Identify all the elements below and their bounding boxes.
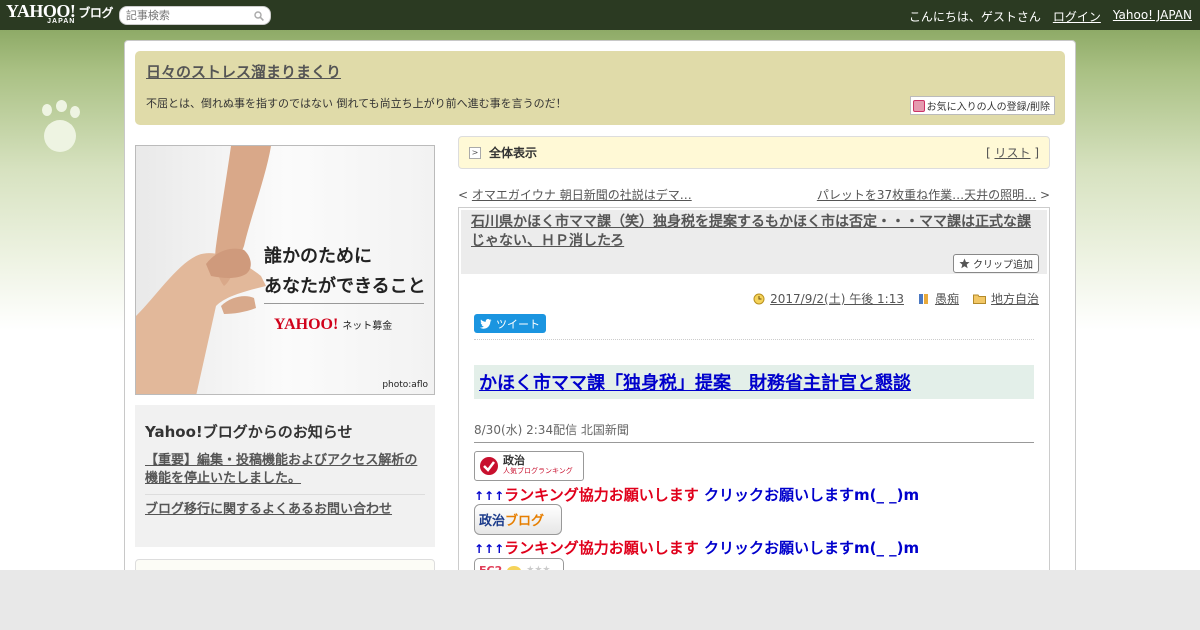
book-icon <box>918 293 928 304</box>
ranking-request-2: ↑↑↑ランキング協力お願いします クリックお願いしますm(_ _)m <box>474 537 919 558</box>
blog-logo-text: ブログ <box>78 6 113 20</box>
blog-container: 日々のストレス溜まりまくり 不屈とは、倒れぬ事を指すのではない 倒れても尚立ち上… <box>124 40 1076 589</box>
ranking-request-1: ↑↑↑ランキング協力お願いします クリックお願いしますm(_ _)m <box>474 484 919 505</box>
notice-link-faq[interactable]: ブログ移行に関するよくあるお問い合わせ <box>145 501 425 525</box>
source-divider <box>474 442 1034 443</box>
list-toggle: [ リスト ] <box>985 146 1039 160</box>
article-title-link[interactable]: 石川県かほく市ママ課（笑）独身税を提案するもかほく市は否定・・・ママ課は正式な課… <box>471 214 1031 249</box>
news-headline-link[interactable]: かほく市ママ課「独身税」提案 財務省主計官と懇談 <box>479 373 911 394</box>
tweet-button[interactable]: ツイート <box>474 314 546 333</box>
paw-decoration <box>36 100 86 160</box>
politics-ranking-banner[interactable]: 政治 人気ブログランキング <box>474 451 584 481</box>
greeting-text: こんにちは、ゲストさん <box>908 10 1041 24</box>
favorite-register-button[interactable]: お気に入りの人の登録/削除 <box>909 96 1055 115</box>
ranking-banner-main: 政治 <box>503 454 525 467</box>
article-header: 石川県かほく市ママ課（笑）独身税を提案するもかほく市は否定・・・ママ課は正式な課… <box>461 210 1047 274</box>
blog-description: 不屈とは、倒れぬ事を指すのではない 倒れても尚立ち上がり前へ進む事を言うのだ！ <box>146 97 567 110</box>
login-link[interactable]: ログイン <box>1053 8 1101 25</box>
yahoo-japan-link[interactable]: Yahoo! JAPAN <box>1113 8 1192 25</box>
notice-link-shutdown[interactable]: 【重要】編集・投稿機能およびアクセス解析の機能を停止いたしました。 <box>145 452 425 495</box>
ad-logo-text: YAHOO! <box>274 316 339 333</box>
article-date: 2017/9/2(土) 午後 1:13 <box>753 290 904 307</box>
chevron-right-icon: > <box>469 146 481 159</box>
article-category-link[interactable]: 地方自治 <box>991 290 1039 307</box>
favorite-register-label: お気に入りの人の登録/削除 <box>926 102 1050 113</box>
folder-icon <box>972 294 986 304</box>
ad-headline-1: 誰かのために <box>264 246 372 267</box>
blog-title-link[interactable]: 日々のストレス溜まりまくり <box>146 61 341 82</box>
heart-icon <box>912 99 925 112</box>
prev-article: < オマエガイウナ 朝日新聞の社説はデマ… <box>458 188 692 202</box>
ranking-request-red: ランキング協力お願いします <box>504 486 699 504</box>
politics-blog-banner-b: ブログ <box>505 514 545 529</box>
clip-add-button[interactable]: クリップ追加 <box>953 254 1039 273</box>
politics-blog-banner-a: 政治 <box>479 514 506 529</box>
handshake-image <box>136 146 271 394</box>
ranking-arrows: ↑↑↑ <box>474 542 505 556</box>
article-category: 地方自治 <box>972 290 1039 307</box>
article-meta: 2017/9/2(土) 午後 1:13 愚痴 地方自治 <box>753 290 1039 307</box>
article-author: 愚痴 <box>918 290 959 307</box>
twitter-bird-icon <box>480 318 492 329</box>
news-source: 8/30(水) 2:34配信 北国新聞 <box>474 423 629 437</box>
prev-article-link[interactable]: オマエガイウナ 朝日新聞の社説はデマ… <box>472 188 692 202</box>
search-input[interactable] <box>125 8 246 22</box>
ranking-logo-icon <box>480 457 498 475</box>
star-icon <box>959 258 970 269</box>
search-box <box>118 5 271 25</box>
ranking-request-blue: クリックお願いしますm(_ _)m <box>698 486 920 504</box>
ranking-request-red: ランキング協力お願いします <box>504 539 699 557</box>
article-author-link[interactable]: 愚痴 <box>935 290 959 307</box>
article-date-link[interactable]: 2017/9/2(土) 午後 1:13 <box>770 290 904 307</box>
next-article-link[interactable]: パレットを37枚重ね作業…天井の照明… <box>817 188 1036 202</box>
list-link[interactable]: リスト <box>994 146 1030 160</box>
footer-area <box>0 570 1200 630</box>
ad-logo-sub: ネット募金 <box>342 321 393 332</box>
ranking-banner-sub: 人気ブログランキング <box>503 467 573 475</box>
clip-add-label: クリップ追加 <box>973 260 1033 271</box>
blog-header: 日々のストレス溜まりまくり 不屈とは、倒れぬ事を指すのではない 倒れても尚立ち上… <box>135 51 1065 125</box>
clock-icon <box>753 293 765 304</box>
dotted-divider <box>474 339 1034 340</box>
politics-blog-banner[interactable]: 政治 ブログ <box>474 504 562 535</box>
ranking-request-blue: クリックお願いしますm(_ _)m <box>698 539 920 557</box>
top-navigation-bar: YAHOO! JAPAN ブログ こんにちは、ゲストさん ログイン Yahoo!… <box>0 0 1200 30</box>
photo-credit: photo:aflo <box>382 380 428 390</box>
donation-ad-banner[interactable]: 誰かのために あなたができること YAHOO! ネット募金 photo:aflo <box>135 145 435 395</box>
all-view-label[interactable]: 全体表示 <box>489 144 537 161</box>
ranking-arrows: ↑↑↑ <box>474 489 505 503</box>
yahoo-blog-logo[interactable]: YAHOO! JAPAN ブログ <box>6 2 113 26</box>
ad-divider <box>264 303 424 304</box>
ad-headline-2: あなたができること <box>264 276 426 297</box>
user-links: こんにちは、ゲストさん ログイン Yahoo! JAPAN <box>909 8 1192 25</box>
notice-panel: Yahoo!ブログからのお知らせ 【重要】編集・投稿機能およびアクセス解析の機能… <box>135 405 435 547</box>
news-headline-box: かほく市ママ課「独身税」提案 財務省主計官と懇談 <box>474 365 1034 399</box>
next-article: パレットを37枚重ね作業…天井の照明… > <box>816 188 1050 202</box>
tweet-label: ツイート <box>496 317 540 331</box>
ranking-banner-text: 政治 人気ブログランキング <box>503 454 573 476</box>
article-panel: 石川県かほく市ママ課（笑）独身税を提案するもかほく市は否定・・・ママ課は正式な課… <box>458 207 1050 587</box>
notice-title: Yahoo!ブログからのお知らせ <box>145 423 353 441</box>
search-icon[interactable] <box>254 10 264 21</box>
all-view-bar: > 全体表示 [ リスト ] <box>458 136 1050 169</box>
yahoo-donation-logo: YAHOO! ネット募金 <box>274 316 392 334</box>
